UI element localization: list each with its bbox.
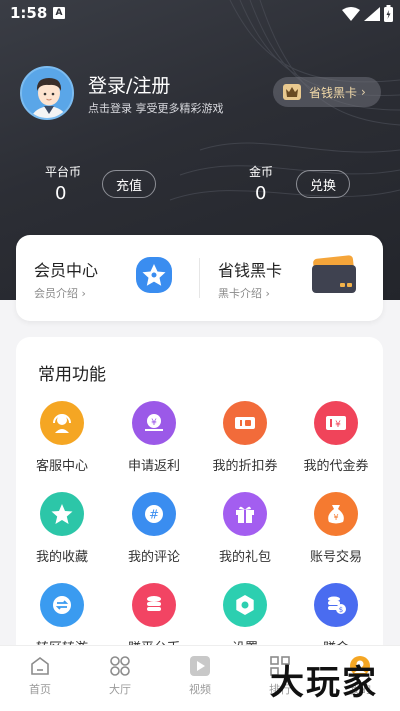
vip-center-title[interactable]: 会员中心: [34, 257, 98, 281]
nav-label: 视频: [189, 683, 211, 696]
chevron-right-icon: ›: [361, 85, 366, 99]
func-label: 账号交易: [309, 550, 362, 565]
recharge-button[interactable]: 充值: [102, 170, 156, 198]
gift-icon: [223, 492, 267, 536]
svg-text:¥: ¥: [333, 513, 338, 522]
func-comments[interactable]: # 我的评论: [108, 492, 200, 565]
svg-text:¥: ¥: [151, 418, 157, 428]
avatar[interactable]: [20, 66, 74, 120]
login-subtitle: 点击登录 享受更多精彩游戏: [88, 102, 224, 115]
func-label: 申请返利: [127, 459, 180, 474]
func-label: 我的代金券: [303, 459, 369, 474]
comment-icon: #: [132, 492, 176, 536]
func-discount-coupons[interactable]: 我的折扣券: [199, 401, 291, 474]
rebate-icon: ¥: [132, 401, 176, 445]
gold-coin-label: 金币: [249, 165, 274, 179]
credit-card-icon: [310, 255, 358, 299]
func-gift-packs[interactable]: 我的礼包: [199, 492, 291, 565]
coins-stack-icon: [132, 583, 176, 627]
battery-icon: [384, 5, 393, 22]
gold-coins-icon: $: [314, 583, 358, 627]
platform-coin-label: 平台币: [45, 165, 82, 179]
svg-text:¥: ¥: [335, 420, 341, 430]
login-title[interactable]: 登录/注册: [88, 71, 170, 98]
video-icon: [190, 656, 210, 676]
black-card-intro-link[interactable]: 黑卡介绍 ›: [218, 285, 270, 301]
voucher-icon: ¥: [314, 401, 358, 445]
nav-label: 大厅: [109, 683, 131, 696]
black-card-intro-label: 黑卡介绍: [218, 287, 262, 300]
money-bag-icon: ¥: [314, 492, 358, 536]
svg-text:#: #: [149, 508, 159, 522]
func-label: 我的折扣券: [212, 459, 278, 474]
grid-icon: [110, 656, 130, 676]
notification-a-icon: A: [53, 7, 65, 19]
vip-intro-link[interactable]: 会员介绍 ›: [34, 285, 86, 301]
star-icon: [40, 492, 84, 536]
chevron-right-icon: ›: [262, 287, 270, 300]
platform-coin-value: 0: [55, 183, 67, 204]
func-label: 客服中心: [35, 459, 88, 474]
common-functions-title: 常用功能: [38, 365, 106, 385]
watermark-logo: 大玩家: [270, 663, 378, 703]
gold-coin-value: 0: [255, 183, 267, 204]
headset-icon: [40, 401, 84, 445]
func-favorites[interactable]: 我的收藏: [16, 492, 108, 565]
vip-star-icon: [133, 254, 175, 300]
black-card-title[interactable]: 省钱黑卡: [218, 257, 282, 281]
member-card-divider: [199, 258, 200, 298]
status-bar: 1:58 A: [0, 0, 400, 30]
black-card-pill-button[interactable]: 省钱黑卡 ›: [273, 77, 381, 107]
svg-text:$: $: [339, 606, 343, 614]
nav-label: 首页: [29, 683, 51, 696]
func-account-trade[interactable]: ¥ 账号交易: [290, 492, 382, 565]
func-vouchers[interactable]: ¥ 我的代金券: [290, 401, 382, 474]
nav-home[interactable]: 首页: [0, 655, 80, 697]
settings-icon: [223, 583, 267, 627]
nav-lobby[interactable]: 大厅: [80, 655, 160, 697]
nav-video[interactable]: 视频: [160, 655, 240, 697]
func-label: 我的评论: [127, 550, 180, 565]
exchange-button[interactable]: 兑换: [296, 170, 350, 198]
discount-coupon-icon: [223, 401, 267, 445]
status-time: 1:58: [10, 4, 48, 22]
wifi-icon: [342, 7, 360, 21]
home-icon: [31, 657, 49, 675]
black-card-pill-label: 省钱黑卡: [309, 85, 358, 100]
func-apply-rebate[interactable]: ¥ 申请返利: [108, 401, 200, 474]
func-label: 我的收藏: [35, 550, 88, 565]
crown-icon: [283, 84, 301, 100]
func-customer-service[interactable]: 客服中心: [16, 401, 108, 474]
transfer-icon: [40, 583, 84, 627]
func-label: 我的礼包: [218, 550, 271, 565]
vip-intro-label: 会员介绍: [34, 287, 78, 300]
signal-icon: [364, 7, 380, 21]
chevron-right-icon: ›: [78, 287, 86, 300]
